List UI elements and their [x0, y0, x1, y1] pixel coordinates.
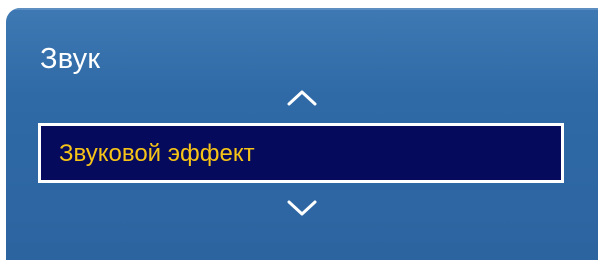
menu-title: Звук: [40, 43, 101, 75]
menu-item-label: Звуковой эффект: [59, 140, 255, 167]
chevron-down-icon[interactable]: [285, 198, 319, 218]
chevron-up-icon[interactable]: [285, 88, 319, 108]
sound-menu-panel: Звук Звуковой эффект: [6, 8, 598, 260]
menu-item-sound-effect[interactable]: Звуковой эффект: [38, 123, 564, 183]
